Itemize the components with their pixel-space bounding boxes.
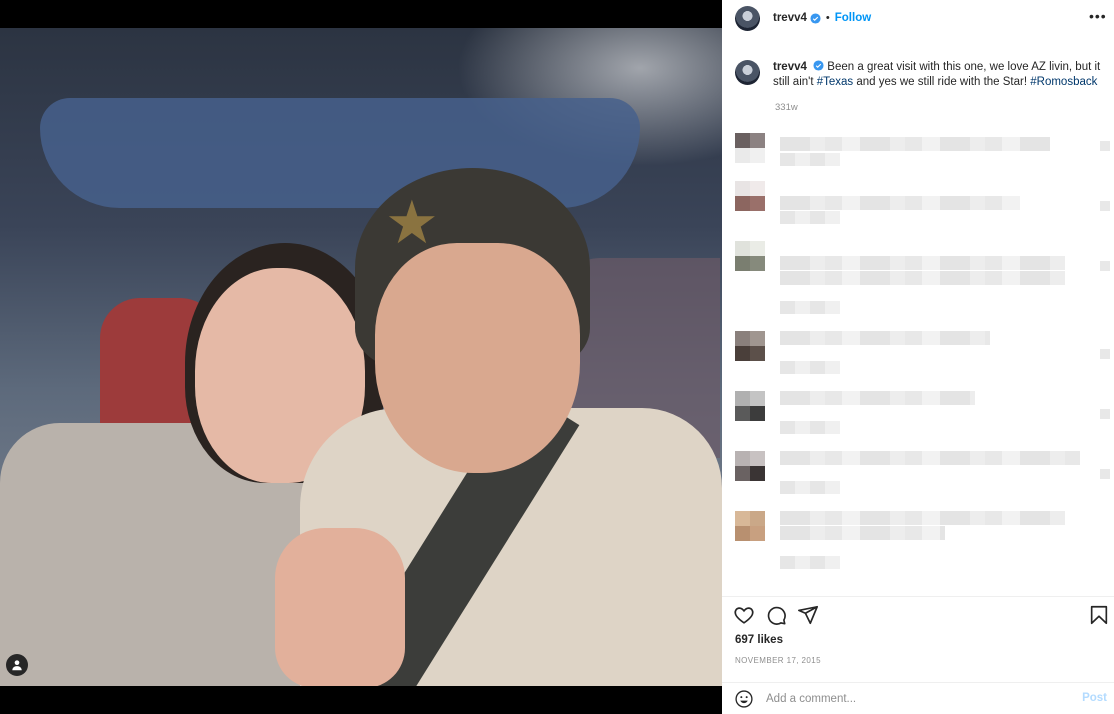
follow-button[interactable]: Follow [835, 12, 871, 24]
caption-body: and yes we still ride with the Star! [853, 76, 1031, 88]
blurred-avatar [735, 241, 765, 271]
blurred-comment-meta [780, 301, 840, 314]
comment-like-icon[interactable] [1100, 261, 1110, 271]
blurred-comment-text [780, 451, 1080, 465]
avatar[interactable] [735, 5, 760, 31]
blurred-comment-meta [780, 421, 840, 434]
user-tag-icon[interactable] [6, 654, 28, 676]
star-logo-icon: ★ [385, 189, 439, 256]
blurred-avatar [735, 451, 765, 481]
blurred-comment-text [780, 256, 1065, 270]
likes-count[interactable]: 697 likes [735, 634, 783, 646]
post-photo[interactable]: ★ [0, 28, 722, 686]
caption-avatar[interactable] [735, 60, 760, 85]
blurred-comment-text [780, 511, 1065, 525]
blurred-avatar [735, 133, 765, 163]
share-icon[interactable] [797, 604, 819, 626]
add-comment-bar: Post [722, 682, 1114, 714]
caption-username[interactable]: trevv4 [773, 61, 807, 73]
caption-text: trevv4 Been a great visit with this one,… [773, 60, 1103, 90]
caption: trevv4 Been a great visit with this one,… [735, 60, 1105, 90]
post-date: NOVEMBER 17, 2015 [735, 656, 821, 665]
emoji-icon[interactable] [734, 689, 754, 709]
heart-icon[interactable] [733, 604, 755, 626]
comment-like-icon[interactable] [1100, 409, 1110, 419]
blurred-comment-meta [780, 153, 840, 166]
blurred-comment-text [780, 391, 975, 405]
hashtag-link[interactable]: #Texas [817, 76, 853, 88]
blurred-avatar [735, 511, 765, 541]
post-comment-button[interactable]: Post [1082, 692, 1107, 704]
blurred-comment-meta [780, 361, 840, 374]
blurred-comment-meta [780, 556, 840, 569]
blurred-comment-text [780, 331, 990, 345]
bookmark-icon[interactable] [1088, 604, 1110, 626]
verified-badge-icon [813, 60, 824, 71]
blurred-comment-text [780, 137, 1050, 151]
separator-dot: • [825, 12, 830, 24]
comment-like-icon[interactable] [1100, 469, 1110, 479]
comment-icon[interactable] [765, 604, 787, 626]
blurred-avatar [735, 391, 765, 421]
blurred-avatar [735, 331, 765, 361]
car-sunroof [40, 98, 640, 208]
blurred-comment-meta [780, 211, 840, 224]
more-options-icon[interactable]: ••• [1089, 9, 1106, 24]
blurred-comment-meta [780, 481, 840, 494]
blurred-comment-text [780, 526, 945, 540]
comment-like-icon[interactable] [1100, 141, 1110, 151]
hand [275, 528, 405, 686]
blurred-comment-text [780, 196, 1020, 210]
blurred-comment-text [780, 271, 1065, 285]
username[interactable]: trevv4 [773, 12, 807, 24]
man-face [375, 243, 580, 473]
blurred-avatar [735, 181, 765, 211]
comment-like-icon[interactable] [1100, 201, 1110, 211]
comment-input[interactable] [766, 692, 1066, 705]
comment-like-icon[interactable] [1100, 349, 1110, 359]
post-media[interactable]: ★ [0, 0, 722, 714]
post-sidebar: trevv4 • Follow ••• trevv4 Been a great … [722, 0, 1114, 714]
action-bar [722, 596, 1114, 630]
verified-badge-icon [810, 12, 821, 24]
caption-timestamp: 331w [775, 102, 798, 113]
post-header: trevv4 • Follow ••• [722, 0, 1114, 36]
hashtag-link[interactable]: #Romosback [1030, 76, 1097, 88]
